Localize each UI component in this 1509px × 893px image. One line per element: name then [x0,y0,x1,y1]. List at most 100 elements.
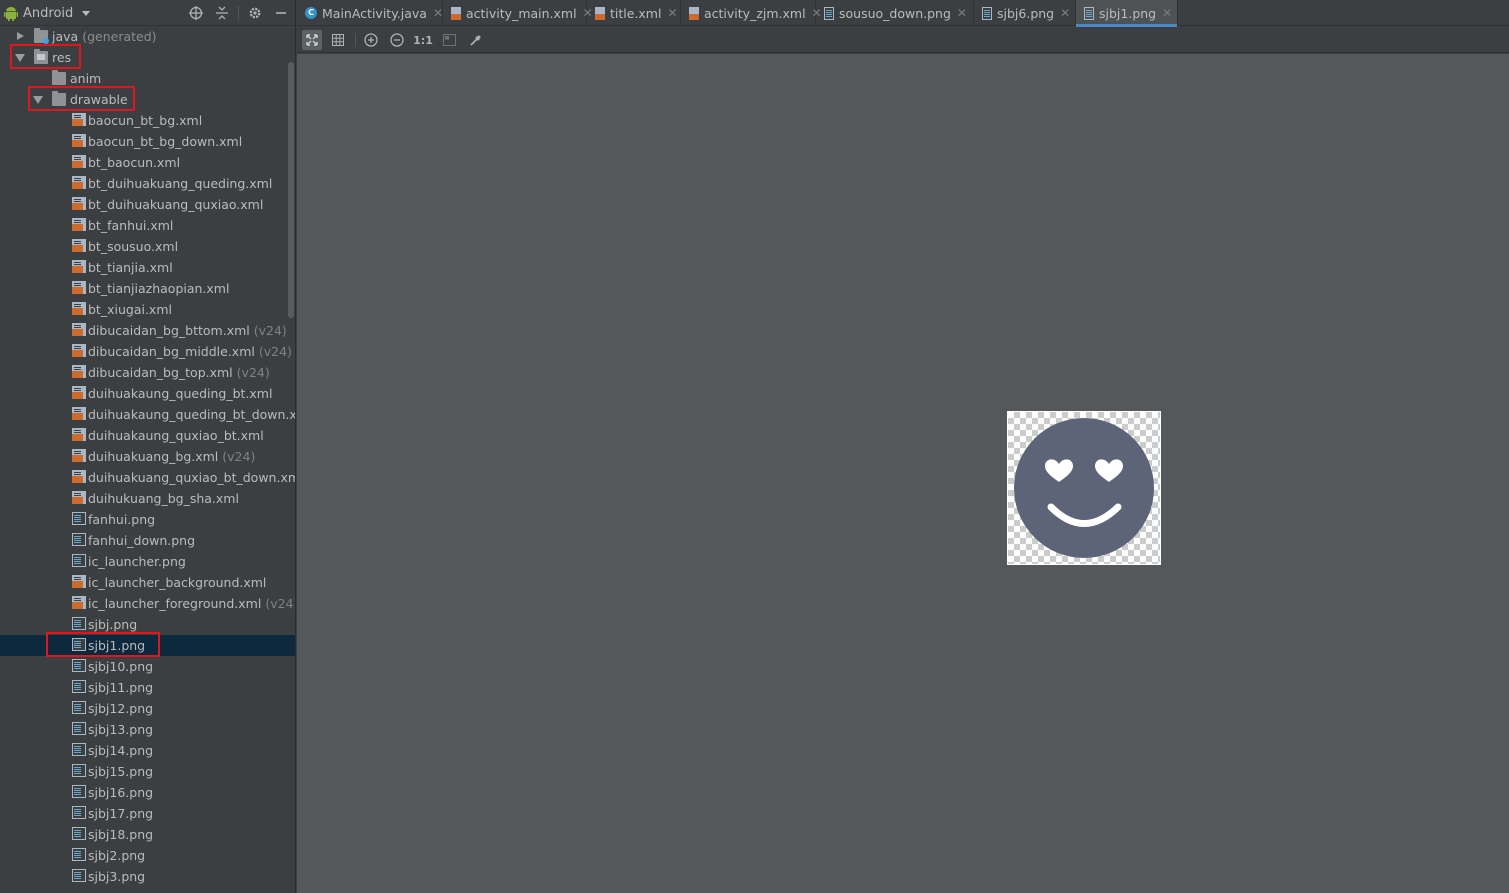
tree-row[interactable]: duihuakaung_queding_bt_down.xml [0,404,295,425]
tree-row[interactable]: sjbj12.png [0,698,288,719]
file-qualifier: (v24) [236,365,270,380]
tree-row[interactable]: baocun_bt_bg.xml [0,110,288,131]
tree-row[interactable]: sjbj1.png [0,632,295,657]
tree-row[interactable]: bt_duihuakuang_quxiao.xml [0,194,288,215]
png-file-icon [72,533,86,546]
xml-file-icon [72,218,86,231]
chevron-down-icon [82,10,91,16]
tab-label: title.xml [610,5,662,21]
tree-item-label: fanhui_down.png [88,530,195,551]
tree-item-label: sjbj16.png [88,782,153,803]
tree-row[interactable]: bt_sousuo.xml [0,236,288,257]
show-grid-button[interactable] [328,30,348,50]
tree-row[interactable]: duihukuang_bg_sha.xml [0,488,288,509]
tree-row[interactable]: sjbj11.png [0,677,288,698]
tree-row[interactable]: ic_launcher.png [0,551,288,572]
file-name: baocun_bt_bg.xml [88,113,203,128]
close-icon[interactable]: ✕ [1060,6,1070,20]
tree-row[interactable]: bt_xiugai.xml [0,299,288,320]
editor-tab[interactable]: title.xml ✕ [587,0,681,26]
tree-item-label: bt_tianjiazhaopian.xml [88,278,229,299]
tree-row[interactable]: sjbj14.png [0,740,288,761]
tab-label: sjbj6.png [997,5,1055,21]
color-picker-button[interactable] [465,30,485,50]
tree-row[interactable]: res [0,44,288,69]
project-view-selector[interactable]: Android [4,4,91,22]
close-icon[interactable]: ✕ [433,6,443,20]
tree-row[interactable]: sjbj18.png [0,824,288,845]
project-tree-scrollbar[interactable] [288,62,294,318]
tab-label: activity_main.xml [466,5,577,21]
tab-label: sjbj1.png [1099,5,1157,21]
file-name: anim [70,71,102,86]
tree-row[interactable]: fanhui_down.png [0,530,288,551]
tree-row[interactable]: fanhui.png [0,509,288,530]
toggle-background-button[interactable] [439,30,459,50]
close-icon[interactable]: ✕ [957,6,967,20]
tree-row[interactable]: duihuakaung_queding_bt.xml [0,383,288,404]
tree-row[interactable]: sjbj17.png [0,803,288,824]
minimize-icon[interactable] [273,5,289,21]
editor-tab[interactable]: activity_main.xml ✕ [443,0,593,26]
xml-file-icon [72,260,86,273]
png-file-icon [1084,6,1094,20]
tree-row[interactable]: sjbj15.png [0,761,288,782]
tree-row[interactable]: duihuakuang_quxiao_bt_down.xml [0,467,295,488]
xml-file-icon [72,596,86,609]
header-divider [238,6,239,20]
tab-label: sousuo_down.png [839,5,951,21]
file-qualifier: (generated) [82,29,157,44]
zoom-in-icon [364,33,378,47]
xml-file-icon [72,407,86,420]
tree-row[interactable]: dibucaidan_bg_bttom.xml (v24) [0,320,288,341]
file-name: bt_tianjia.xml [88,260,173,275]
close-icon[interactable]: ✕ [667,6,677,20]
png-file-icon [72,680,86,693]
tree-item-label: sjbj2.png [88,845,145,866]
gear-icon[interactable] [247,5,263,21]
editor-tab[interactable]: C MainActivity.java ✕ [297,0,443,26]
actual-size-button[interactable]: 1:1 [413,30,433,50]
tree-item-label: bt_baocun.xml [88,152,180,173]
close-icon[interactable]: ✕ [1162,6,1172,20]
editor-tab[interactable]: sousuo_down.png ✕ [816,0,974,26]
tree-row[interactable]: bt_duihuakuang_queding.xml [0,173,288,194]
tree-row[interactable]: sjbj2.png [0,845,288,866]
editor-tab[interactable]: sjbj1.png ✕ [1076,0,1178,27]
tree-row[interactable]: duihuakuang_bg.xml (v24) [0,446,288,467]
tree-row[interactable]: dibucaidan_bg_middle.xml (v24) [0,341,292,362]
file-name: ic_launcher_background.xml [88,575,267,590]
image-canvas[interactable] [297,54,1509,893]
tree-row[interactable]: sjbj10.png [0,656,288,677]
tree-row[interactable]: bt_tianjia.xml [0,257,288,278]
editor-tab[interactable]: sjbj6.png ✕ [974,0,1076,26]
zoom-out-button[interactable] [387,30,407,50]
tree-item-label: ic_launcher_foreground.xml (v24) [88,593,295,614]
tree-row[interactable]: duihuakaung_quxiao_bt.xml [0,425,288,446]
grid-icon [332,34,344,46]
tree-row[interactable]: sjbj3.png [0,866,288,887]
zoom-to-fit-button[interactable] [302,30,322,50]
editor-tab[interactable]: activity_zjm.xml ✕ [681,0,822,26]
tree-row[interactable]: bt_tianjiazhaopian.xml [0,278,288,299]
file-name: fanhui_down.png [88,533,196,548]
tree-row[interactable]: ic_launcher_foreground.xml (v24) [0,593,295,614]
collapse-all-icon[interactable] [214,5,230,21]
file-name: sjbj2.png [88,848,146,863]
tree-row[interactable]: sjbj13.png [0,719,288,740]
file-name: bt_baocun.xml [88,155,181,170]
file-name: sjbj18.png [88,827,154,842]
tree-row[interactable]: baocun_bt_bg_down.xml [0,131,288,152]
tree-item-label: sjbj17.png [88,803,153,824]
tree-row[interactable]: drawable [0,86,288,111]
png-file-icon [72,701,86,714]
tree-row[interactable]: bt_baocun.xml [0,152,288,173]
tree-row[interactable]: dibucaidan_bg_top.xml (v24) [0,362,288,383]
tree-item-label: sjbj12.png [88,698,153,719]
tree-row[interactable]: ic_launcher_background.xml [0,572,288,593]
tree-row[interactable]: sjbj16.png [0,782,288,803]
tree-row[interactable]: bt_fanhui.xml [0,215,288,236]
scroll-from-source-icon[interactable] [188,5,204,21]
file-name: dibucaidan_bg_bttom.xml [88,323,250,338]
zoom-in-button[interactable] [361,30,381,50]
